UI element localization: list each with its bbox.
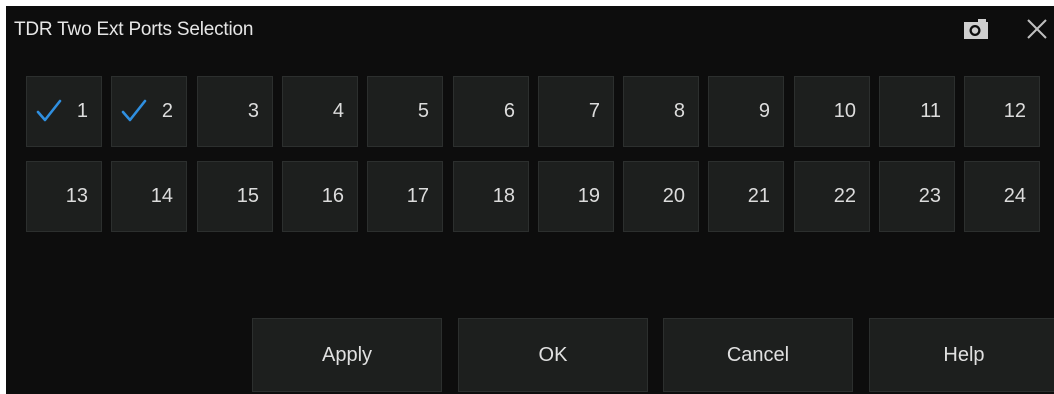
port-6-toggle[interactable]: 6	[453, 76, 529, 147]
camera-icon[interactable]	[963, 18, 989, 40]
port-5-toggle[interactable]: 5	[367, 76, 443, 147]
port-number: 13	[65, 185, 88, 207]
port-number: 1	[76, 100, 88, 122]
port-2-toggle[interactable]: 2	[111, 76, 187, 147]
port-16-toggle[interactable]: 16	[282, 161, 358, 232]
port-14-toggle[interactable]: 14	[111, 161, 187, 232]
port-7-toggle[interactable]: 7	[538, 76, 614, 147]
port-17-toggle[interactable]: 17	[367, 161, 443, 232]
port-number: 9	[758, 100, 770, 122]
port-22-toggle[interactable]: 22	[794, 161, 870, 232]
port-selection-dialog: TDR Two Ext Ports Selection 1 2 3 4 5 6 7 8 9 10 1…	[6, 6, 1054, 394]
port-number: 19	[577, 185, 600, 207]
checkmark-icon	[35, 98, 63, 124]
port-number: 11	[920, 100, 941, 122]
dialog-title: TDR Two Ext Ports Selection	[14, 19, 254, 40]
port-3-toggle[interactable]: 3	[197, 76, 273, 147]
port-number: 17	[406, 185, 429, 207]
close-icon[interactable]	[1022, 14, 1052, 44]
port-10-toggle[interactable]: 10	[794, 76, 870, 147]
port-number: 8	[673, 100, 685, 122]
port-number: 18	[492, 185, 515, 207]
port-23-toggle[interactable]: 23	[879, 161, 955, 232]
port-21-toggle[interactable]: 21	[708, 161, 784, 232]
port-number: 21	[747, 185, 770, 207]
title-bar: TDR Two Ext Ports Selection	[6, 6, 1054, 54]
port-9-toggle[interactable]: 9	[708, 76, 784, 147]
port-number: 24	[1003, 185, 1026, 207]
port-number: 22	[833, 185, 856, 207]
checkmark-icon	[120, 98, 148, 124]
port-number: 23	[918, 185, 941, 207]
port-11-toggle[interactable]: 11	[879, 76, 955, 147]
port-number: 4	[332, 100, 344, 122]
port-24-toggle[interactable]: 24	[964, 161, 1040, 232]
help-button[interactable]: Help	[869, 318, 1054, 392]
ok-button[interactable]: OK	[458, 318, 648, 392]
cancel-button[interactable]: Cancel	[663, 318, 853, 392]
port-15-toggle[interactable]: 15	[197, 161, 273, 232]
port-13-toggle[interactable]: 13	[26, 161, 102, 232]
port-18-toggle[interactable]: 18	[453, 161, 529, 232]
port-number: 5	[417, 100, 429, 122]
port-number: 14	[150, 185, 173, 207]
port-19-toggle[interactable]: 19	[538, 161, 614, 232]
port-number: 15	[236, 185, 259, 207]
apply-button[interactable]: Apply	[252, 318, 442, 392]
port-number: 20	[662, 185, 685, 207]
port-8-toggle[interactable]: 8	[623, 76, 699, 147]
port-4-toggle[interactable]: 4	[282, 76, 358, 147]
port-20-toggle[interactable]: 20	[623, 161, 699, 232]
port-number: 10	[833, 100, 856, 122]
port-number: 3	[247, 100, 259, 122]
port-1-toggle[interactable]: 1	[26, 76, 102, 147]
port-12-toggle[interactable]: 12	[964, 76, 1040, 147]
port-number: 7	[588, 100, 600, 122]
port-number: 12	[1003, 100, 1026, 122]
port-number: 16	[321, 185, 344, 207]
port-number: 6	[503, 100, 515, 122]
port-number: 2	[161, 100, 173, 122]
